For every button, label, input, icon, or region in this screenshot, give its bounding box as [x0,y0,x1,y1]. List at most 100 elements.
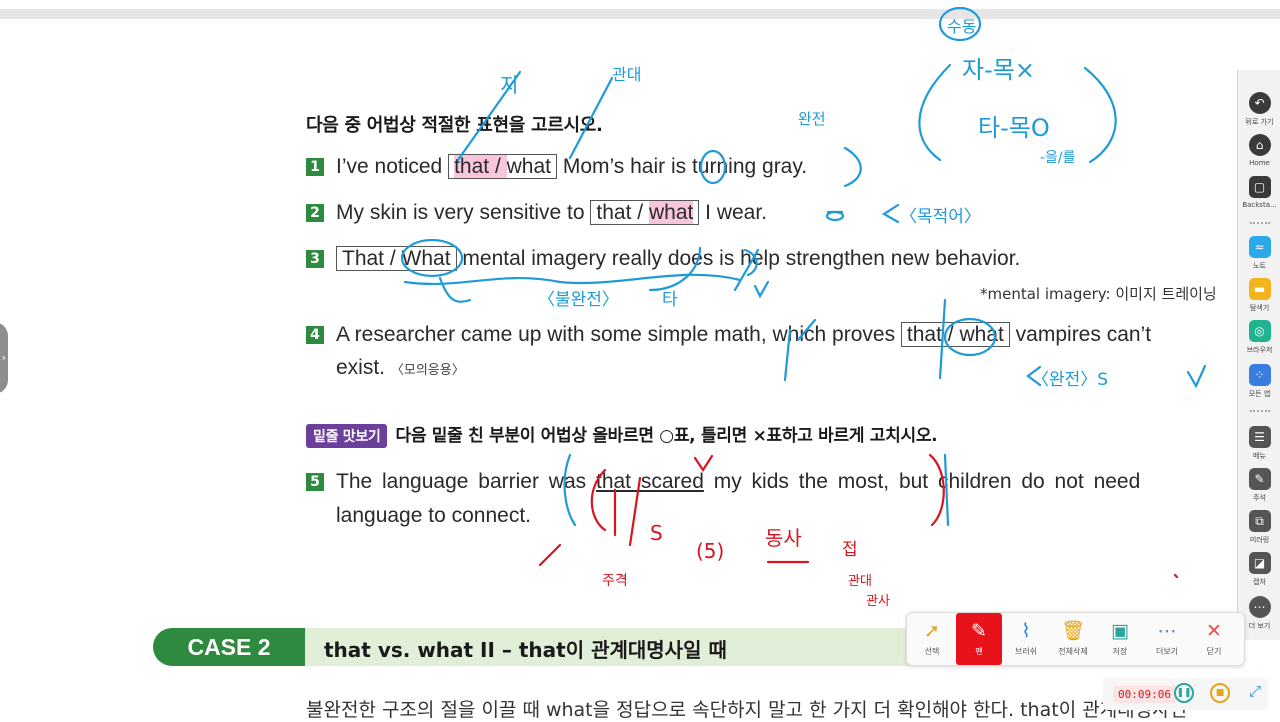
ink-stroke [1026,365,1042,387]
instruction: 밑줄 맛보기 다음 밑줄 친 부분이 어법상 올바르면 ○표, 틀리면 ×표하고 … [306,421,938,448]
ink-stroke [881,203,900,224]
question-1: 1 I’ve noticed that / what Mom’s hair is … [306,154,807,179]
tool-select-button[interactable]: ➚ 선택 [909,613,955,665]
ink-stroke [918,63,952,162]
recording-timer: 00:09:06 [1113,686,1176,703]
back-icon: ↶ [1248,92,1271,114]
ink-handwriting: 〈불완전〉 [538,290,619,310]
ink-stroke [843,146,862,188]
question-5: 5 The language barrier was that scared my… [306,470,1140,494]
ink-handwriting: 완전 [798,110,826,128]
sidebar-item-home[interactable]: ⌂ Home [1238,134,1280,167]
ink-stroke [1083,66,1117,164]
tool-pen-button[interactable]: ✎ 펜 [956,613,1002,665]
ink-handwriting: 타-목O [978,114,1050,142]
select-cursor-icon: ➚ [924,620,940,642]
expand-icon: ⤢ [1248,682,1261,700]
question-number: 4 [306,326,324,344]
ink-handwriting: (5) [696,539,724,563]
pen-icon: ✎ [971,620,987,642]
tool-close-button[interactable]: ✕ 닫기 [1191,613,1237,665]
question-4-line2: exist. 〈모의응용〉 [336,356,465,379]
explorer-icon: ▬ [1248,278,1271,300]
sidebar-item-mirroring[interactable]: ⧉ 미러링 [1238,510,1280,545]
tool-clear-all-button[interactable]: 🗑 전체삭제 [1050,613,1096,665]
home-icon: ⌂ [1248,134,1271,156]
browser-icon: ◎ [1248,320,1271,342]
ink-stroke [538,543,562,567]
recording-bar: 00:09:06 ❚❚ ■ ⤢ [1103,678,1268,710]
menu-icon: ☰ [1248,426,1271,448]
ink-handwriting: 관대 [848,574,872,589]
pause-recording-button[interactable]: ❚❚ [1174,683,1194,703]
all-apps-icon: ⁘ [1248,364,1271,386]
more-icon: ⋯ [1248,596,1271,618]
sidebar-divider [1250,222,1270,224]
case-label: CASE 2 [153,628,305,666]
question-number: 2 [306,204,324,222]
choice-box: that / what [590,200,700,225]
brush-icon: ⌇ [1021,620,1031,642]
choice-box: that / what [900,322,1010,347]
sidebar-item-explorer[interactable]: ▬ 탐색기 [1238,278,1280,313]
save-icon: ▣ [1111,620,1129,642]
case-title: that vs. what II – that이 관계대명사일 때 [324,638,727,662]
question-2: 2 My skin is very sensitive to that / wha… [306,200,767,225]
choice-box: That / What [336,246,457,271]
question-number: 5 [306,473,324,491]
question-3: 3 That / What mental imagery really does … [306,246,1020,271]
ink-handwriting: 접 [842,540,858,560]
ink-handwriting: 〈목적어〉 [900,207,981,227]
ink-handwriting: S [650,521,663,545]
ink-handwriting: 타 [662,290,678,310]
ink-stroke [1173,573,1179,579]
ink-stroke [1186,364,1207,389]
mirroring-icon: ⧉ [1248,510,1271,532]
sidebar-item-all-apps[interactable]: ⁘ 모든 앱 [1238,364,1280,399]
ink-handwriting: 자-목× [962,56,1035,84]
ink-stroke [753,280,770,299]
question-5-line2: language to connect. [336,504,531,527]
stop-recording-button[interactable]: ■ [1210,683,1230,703]
annotation-toolbar: ➚ 선택 ✎ 펜 ⌇ 브러쉬 🗑 전체삭제 ▣ 저장 ⋯ 더보기 ✕ 닫기 [906,612,1245,666]
tool-brush-button[interactable]: ⌇ 브러쉬 [1003,613,1049,665]
underline-practice-badge: 밑줄 맛보기 [306,424,388,448]
ink-wave [403,273,742,286]
question-number: 3 [306,250,324,268]
annotation-icon: ✎ [1248,468,1271,490]
ink-handwriting: 수동 [947,17,976,36]
tool-more-button[interactable]: ⋯ 더보기 [1144,613,1190,665]
note-app-icon: ≈ [1248,236,1271,258]
ink-handwriting: 〈완전〉S [1032,370,1108,390]
sidebar-item-capture[interactable]: ◪ 캡처 [1238,552,1280,587]
ink-handwriting: 지 [500,73,518,97]
ink-circle [938,6,982,42]
ink-handwriting: 주격 [602,573,628,589]
ink-circle [825,210,845,222]
ink-stroke [693,454,714,473]
sidebar-item-menu[interactable]: ☰ 메뉴 [1238,426,1280,461]
expand-button[interactable]: ⤢ [1245,683,1265,703]
close-icon: ✕ [1206,620,1222,642]
underlined-phrase: that scared [595,470,704,493]
ink-handwriting: -을/를 [1040,150,1076,166]
source-tag: 〈모의응용〉 [390,363,465,378]
footnote: *mental imagery: 이미지 트레이닝 [980,285,1217,303]
question-number: 1 [306,158,324,176]
sidebar-item-note[interactable]: ≈ 노트 [1238,236,1280,271]
sidebar-item-browser[interactable]: ◎ 브라우저 [1238,320,1280,355]
stop-icon: ■ [1215,688,1225,698]
question-4: 4A researcher came up with some simple m… [306,322,1151,347]
explanation-text: 불완전한 구조의 절을 이끌 때 what을 정답으로 속단하지 말고 한 가지… [306,699,1188,721]
sidebar-item-back[interactable]: ↶ 뒤로 가기 [1238,92,1280,127]
question-title: 다음 중 어법상 적절한 표현을 고르시오. [306,115,603,136]
ink-handwriting: 관대 [612,65,641,84]
capture-icon: ◪ [1248,552,1271,574]
right-sidebar: ↶ 뒤로 가기 ⌂ Home ▢ Backsta... ≈ 노트 ▬ 탐색기 ◎ 브라우저 … [1237,70,1280,640]
sidebar-item-backstage[interactable]: ▢ Backsta... [1238,176,1280,209]
tool-save-button[interactable]: ▣ 저장 [1097,613,1143,665]
clear-all-icon: 🗑 [1060,620,1086,642]
ink-handwriting: 동사 [765,526,802,550]
sidebar-item-annotation[interactable]: ✎ 주석 [1238,468,1280,503]
pause-icon: ❚❚ [1176,688,1192,698]
